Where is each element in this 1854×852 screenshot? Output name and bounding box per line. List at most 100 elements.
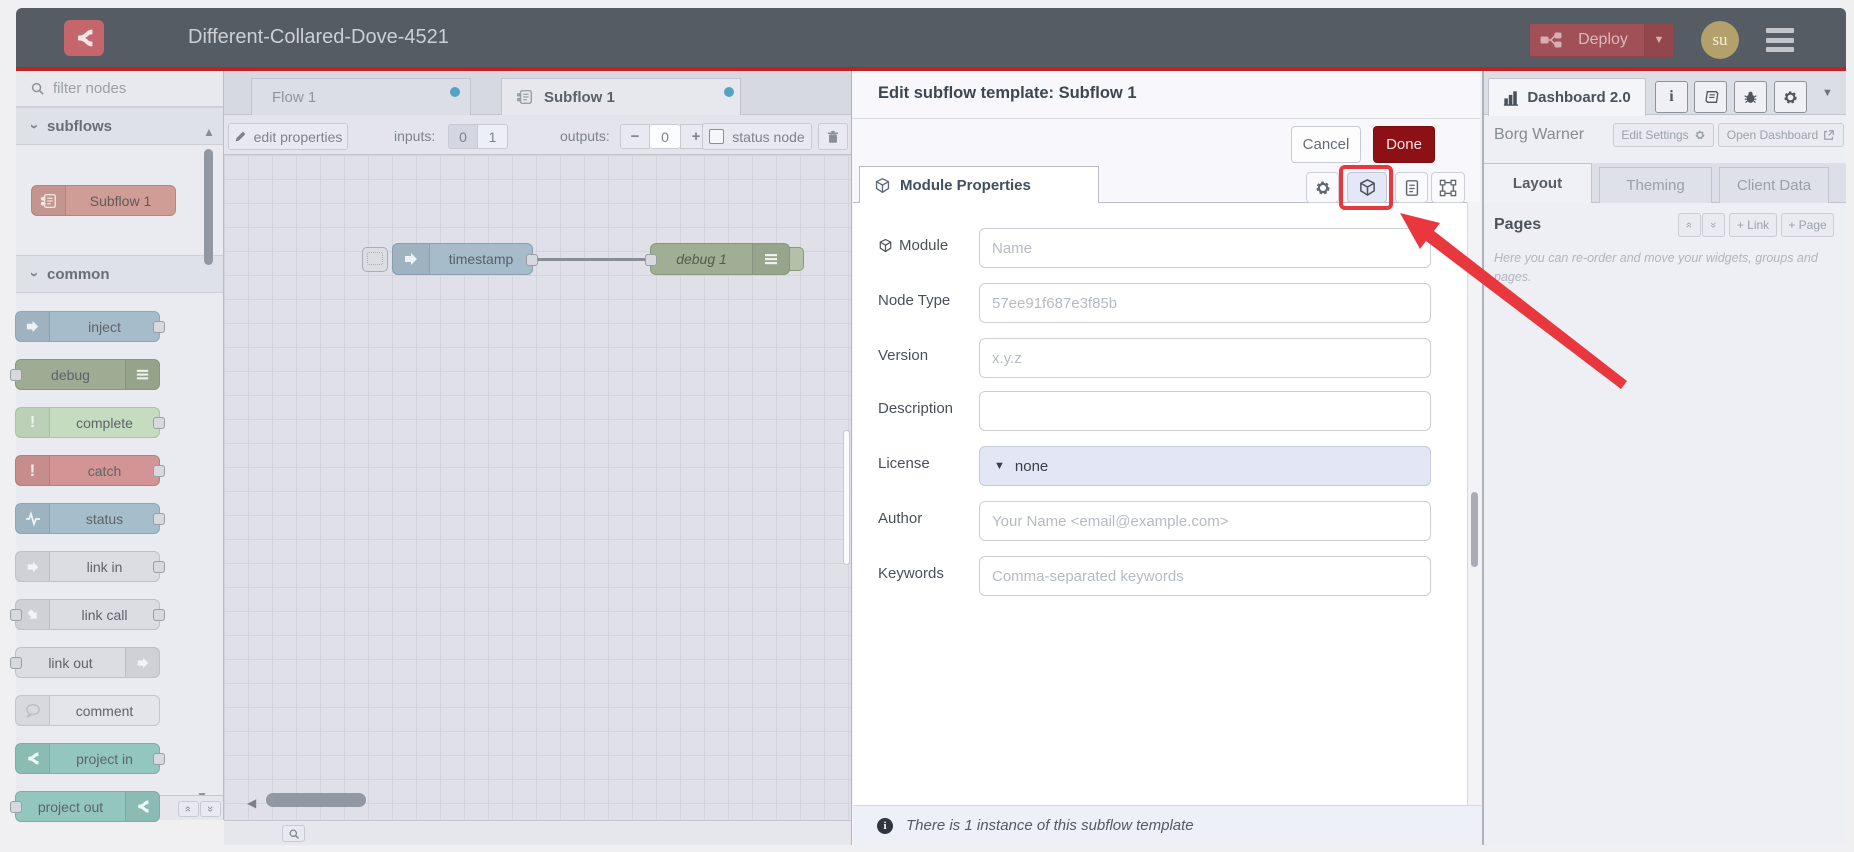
subflow-toolbar: edit properties inputs: 0 1 outputs: − 0… <box>224 115 851 155</box>
inputs-0-button[interactable]: 0 <box>448 124 478 149</box>
license-dropdown[interactable]: ▼ none <box>979 446 1431 486</box>
palette-category-common[interactable]: › common <box>16 255 223 293</box>
description-input[interactable] <box>979 391 1431 431</box>
delete-subflow-button[interactable] <box>818 123 848 150</box>
palette-node-inject[interactable]: inject <box>15 311 165 342</box>
tab-client-data[interactable]: Client Data <box>1719 167 1829 203</box>
palette-node-status[interactable]: status <box>15 503 165 534</box>
sidebar-tabs-caret[interactable]: ▼ <box>1822 87 1833 99</box>
user-avatar[interactable]: su <box>1701 21 1739 59</box>
node-timestamp[interactable]: timestamp <box>392 243 538 275</box>
collapse-categories-button[interactable]: » <box>178 801 199 817</box>
move-up-button[interactable]: » <box>1678 213 1701 237</box>
deploy-dropdown-caret[interactable]: ▼ <box>1644 24 1673 56</box>
tab-flow-1[interactable]: Flow 1 <box>251 78 471 115</box>
canvas-scroll-left-arrow[interactable]: ◀ <box>247 796 256 810</box>
angle-double-up-icon: » <box>1683 221 1696 229</box>
bar-chart-icon <box>1503 90 1519 106</box>
palette-search[interactable]: filter nodes <box>16 71 223 107</box>
outputs-count[interactable]: 0 <box>650 124 680 149</box>
deploy-button[interactable]: Deploy ▼ <box>1529 23 1674 57</box>
wire[interactable] <box>536 258 654 261</box>
tab-label: Layout <box>1512 175 1563 192</box>
tab-dashboard-2[interactable]: Dashboard 2.0 <box>1488 78 1646 116</box>
expand-categories-button[interactable]: » <box>200 801 221 817</box>
palette-node-label: Subflow 1 <box>89 192 152 209</box>
edit-properties-button[interactable]: edit properties <box>228 123 348 150</box>
open-dashboard-button[interactable]: Open Dashboard <box>1718 123 1844 147</box>
version-input[interactable] <box>979 338 1431 378</box>
license-field-label: License <box>878 455 930 472</box>
output-port[interactable] <box>526 254 538 266</box>
edit-properties-tab-button[interactable] <box>1306 172 1339 203</box>
keywords-input[interactable] <box>979 556 1431 596</box>
description-tab-button[interactable] <box>1395 172 1428 203</box>
chevron-down-icon: › <box>26 271 43 277</box>
inject-button-hatch <box>367 252 383 265</box>
palette-node-link-in[interactable]: link in <box>15 551 165 582</box>
debug-tab-button[interactable] <box>1734 81 1767 113</box>
node-debug-1[interactable]: debug 1 <box>645 243 790 275</box>
output-port <box>153 609 165 621</box>
palette-node-project-in[interactable]: project in <box>15 743 165 774</box>
palette-node-subflow1[interactable]: Subflow 1 <box>31 185 176 216</box>
appearance-tab-button[interactable] <box>1431 172 1465 203</box>
main-menu-button[interactable] <box>1766 28 1794 52</box>
outputs-minus-button[interactable]: − <box>620 124 650 149</box>
exclamation-icon: ! <box>16 456 50 485</box>
add-page-button[interactable]: + Page <box>1781 213 1834 237</box>
module-properties-tab-button[interactable] <box>1347 172 1387 203</box>
tab-module-properties[interactable]: Module Properties <box>859 166 1099 203</box>
info-tab-button[interactable]: i <box>1655 81 1688 113</box>
canvas-vertical-scrollbar[interactable] <box>843 430 850 565</box>
cancel-button[interactable]: Cancel <box>1291 126 1361 163</box>
tab-label: Subflow 1 <box>544 88 615 106</box>
comment-bubble-icon <box>16 696 50 725</box>
deploy-icon <box>1540 32 1562 48</box>
module-input[interactable] <box>979 228 1431 268</box>
palette-category-subflows[interactable]: › subflows <box>16 107 223 145</box>
palette-node-link-call[interactable]: link call <box>10 599 165 630</box>
add-link-button[interactable]: + Link <box>1729 213 1777 237</box>
palette-node-label: inject <box>88 318 121 335</box>
palette-node-catch[interactable]: ! catch <box>15 455 165 486</box>
button-label: 0 <box>459 128 467 145</box>
canvas-zoom-button[interactable] <box>282 825 305 842</box>
tab-layout[interactable]: Layout <box>1484 163 1592 203</box>
node-type-input[interactable] <box>979 283 1431 323</box>
palette-node-comment[interactable]: comment <box>15 695 160 726</box>
edit-settings-button[interactable]: Edit Settings <box>1613 123 1714 147</box>
palette-scrollbar[interactable] <box>204 149 213 265</box>
inputs-1-button[interactable]: 1 <box>478 124 508 149</box>
tab-subflow-1[interactable]: Subflow 1 <box>501 78 741 115</box>
debug-list-icon <box>125 360 159 389</box>
palette-node-project-out[interactable]: project out <box>10 791 160 822</box>
unsaved-changes-dot <box>450 87 460 97</box>
field-label-text: Module <box>899 237 949 254</box>
tab-label: Theming <box>1626 177 1685 194</box>
author-input[interactable] <box>979 501 1431 541</box>
cube-icon <box>874 177 891 194</box>
inject-button-stub[interactable] <box>362 247 388 272</box>
input-port[interactable] <box>645 254 657 266</box>
menu-bar <box>1766 28 1794 33</box>
button-label: edit properties <box>253 128 343 145</box>
palette-node-link-out[interactable]: link out <box>10 647 160 678</box>
palette-node-label: status <box>85 510 124 527</box>
palette-node-label: link call <box>81 606 128 623</box>
help-tab-button[interactable] <box>1694 81 1727 113</box>
palette-node-label: link in <box>86 558 123 575</box>
tab-theming[interactable]: Theming <box>1599 167 1712 203</box>
tray-scroll-gutter <box>1467 202 1481 805</box>
palette-node-label: complete <box>76 414 133 431</box>
config-tab-button[interactable] <box>1774 81 1807 113</box>
deploy-label: Deploy <box>1578 31 1628 48</box>
canvas-horizontal-scrollbar[interactable] <box>266 793 366 807</box>
done-button[interactable]: Done <box>1373 126 1435 163</box>
status-node-toggle[interactable]: status node <box>702 123 812 150</box>
palette-node-complete[interactable]: ! complete <box>15 407 165 438</box>
palette-node-debug[interactable]: debug <box>10 359 160 390</box>
palette-scroll-up-arrow[interactable]: ▲ <box>203 125 215 139</box>
tray-scrollbar[interactable] <box>1471 492 1478 567</box>
move-down-button[interactable]: » <box>1702 213 1725 237</box>
